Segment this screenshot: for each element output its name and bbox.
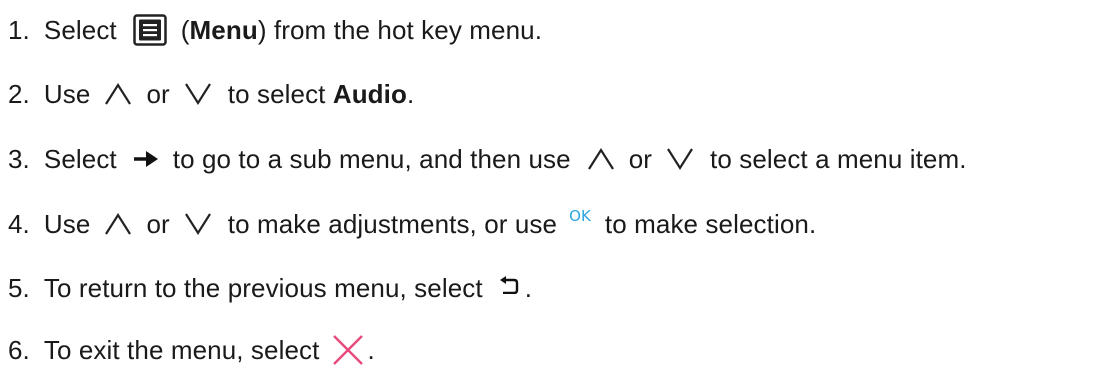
- step-text: To exit the menu, select: [43, 334, 320, 365]
- step-text: or: [628, 143, 653, 174]
- step-number: 3.: [8, 143, 30, 174]
- step-3: 3. Select to go to a sub menu, and then …: [8, 139, 967, 179]
- step-text: Select: [43, 14, 117, 45]
- step-number: 5.: [8, 272, 30, 303]
- down-arrow-icon: [666, 147, 694, 171]
- step-text: to go to a sub menu, and then use: [172, 143, 571, 174]
- step-text: to make selection.: [604, 208, 817, 239]
- step-text: or: [146, 208, 170, 239]
- step-number: 4.: [8, 208, 30, 239]
- step-text: To return to the previous menu, select: [43, 272, 483, 303]
- step-4: 4. Use or to make adjustments, or use OK…: [8, 204, 816, 244]
- back-icon: [499, 276, 519, 294]
- step-2: 2. Use or to select Audio .: [8, 74, 414, 114]
- step-number: 2.: [8, 78, 30, 109]
- step-text: to select: [227, 78, 333, 109]
- step-text: (: [180, 14, 190, 45]
- step-bold: Audio: [332, 78, 407, 109]
- up-arrow-icon: [587, 147, 615, 171]
- right-arrow-icon: [133, 149, 159, 169]
- instruction-steps: 1. Select ( Menu ) from the hot key menu…: [0, 0, 1110, 380]
- step-text: Use: [43, 208, 91, 239]
- step-text: .: [406, 78, 415, 109]
- step-bold: Menu: [189, 14, 258, 45]
- down-arrow-icon: [184, 82, 212, 106]
- step-text: or: [146, 78, 170, 109]
- step-5: 5. To return to the previous menu, selec…: [8, 268, 532, 308]
- step-text: .: [524, 272, 533, 303]
- menu-icon: [133, 14, 167, 46]
- step-text: Select: [43, 143, 117, 174]
- step-text: Use: [43, 78, 91, 109]
- up-arrow-icon: [104, 82, 132, 106]
- step-text: .: [367, 334, 375, 365]
- step-number: 6.: [8, 334, 30, 365]
- step-text: to make adjustments, or use: [227, 208, 558, 239]
- ok-icon: OK: [569, 207, 591, 225]
- step-number: 1.: [8, 14, 30, 45]
- step-text: ) from the hot key menu.: [257, 14, 543, 45]
- down-arrow-icon: [184, 212, 212, 236]
- step-6: 6. To exit the menu, select .: [8, 330, 375, 370]
- step-text: to select a menu item.: [710, 143, 967, 174]
- close-icon: [331, 334, 365, 366]
- step-1: 1. Select ( Menu ) from the hot key menu…: [8, 10, 542, 50]
- up-arrow-icon: [104, 212, 132, 236]
